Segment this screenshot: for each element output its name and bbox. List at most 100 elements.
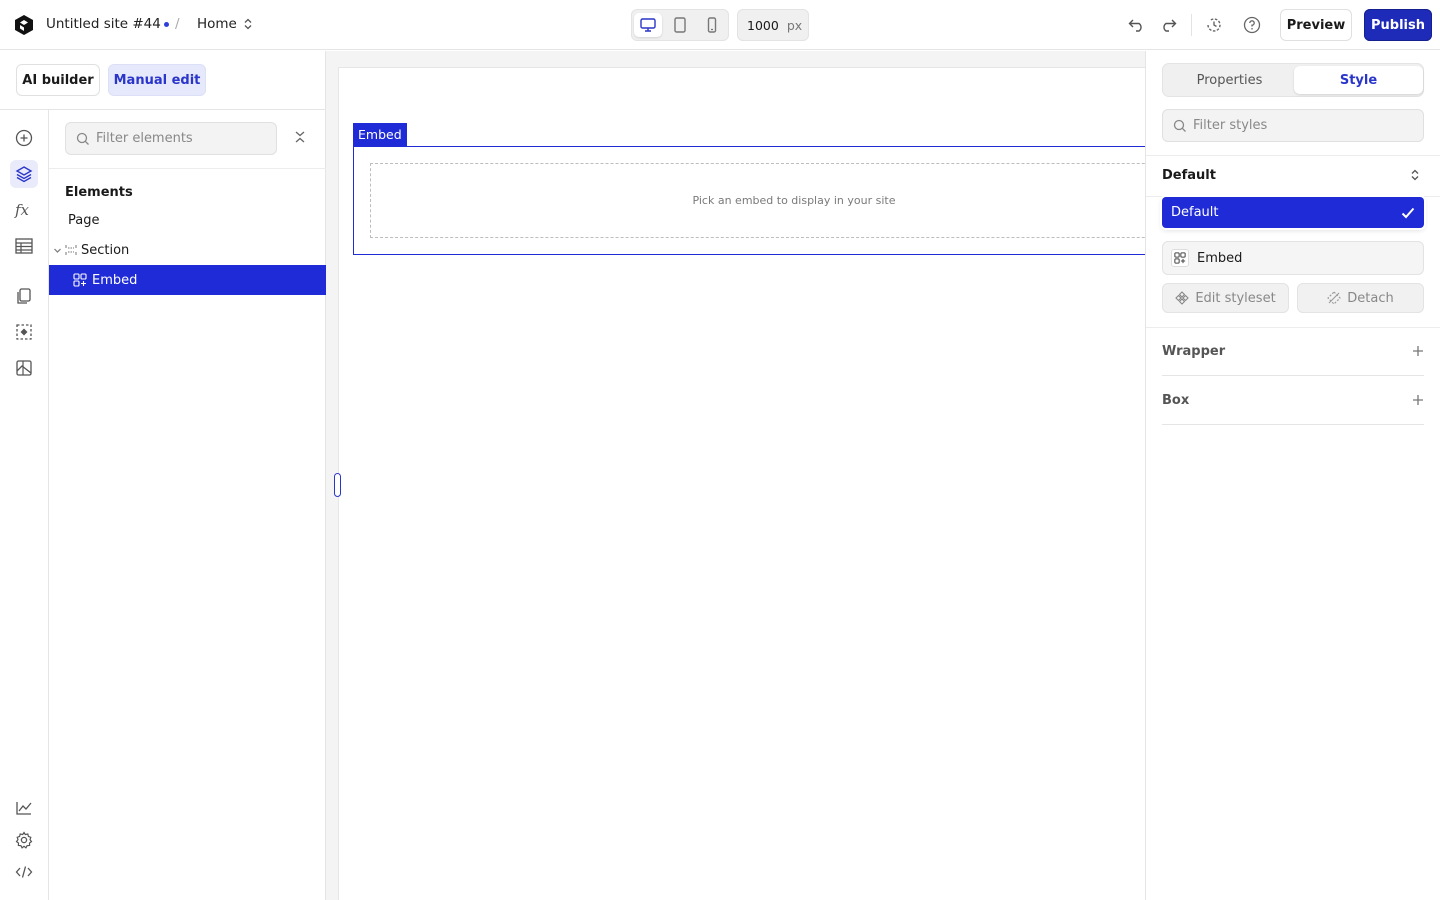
- table-icon: [15, 238, 33, 254]
- search-icon: [76, 132, 90, 146]
- canvas-width-input[interactable]: 1000 px: [737, 9, 809, 41]
- elements-heading: Elements: [65, 185, 133, 200]
- manual-edit-button[interactable]: Manual edit: [108, 64, 206, 96]
- elements-panel: Filter elements Elements Page Section Em…: [49, 110, 326, 900]
- plus-icon[interactable]: [1412, 394, 1424, 406]
- unsaved-dot-icon: [164, 22, 169, 27]
- component-icon: [15, 323, 33, 341]
- mobile-icon: [706, 17, 718, 33]
- detach-label: Detach: [1347, 290, 1394, 306]
- chevron-down-icon[interactable]: [53, 246, 65, 255]
- variant-option-label: Default: [1171, 205, 1219, 220]
- help-icon: [1243, 16, 1261, 34]
- desktop-view-button[interactable]: [634, 13, 662, 37]
- canvas-area: Embed Pick an embed to display in your s…: [326, 51, 1145, 900]
- section-wrapper[interactable]: Wrapper: [1162, 327, 1424, 376]
- assets-icon: [15, 359, 33, 377]
- section-label: Wrapper: [1162, 343, 1226, 359]
- tablet-view-button[interactable]: [666, 13, 694, 37]
- chart-line-icon: [15, 800, 33, 816]
- tab-style[interactable]: Style: [1294, 66, 1423, 94]
- tree-item-page[interactable]: Page: [49, 205, 326, 235]
- filter-elements-placeholder: Filter elements: [96, 131, 193, 146]
- chevron-up-down-icon[interactable]: [1410, 169, 1420, 181]
- desktop-icon: [640, 18, 656, 32]
- tree-divider: [49, 168, 326, 169]
- preview-button[interactable]: Preview: [1280, 9, 1352, 41]
- app-logo-icon[interactable]: [13, 14, 35, 36]
- device-switcher: [631, 9, 729, 41]
- tree-item-section[interactable]: Section: [49, 235, 326, 265]
- filter-elements-input[interactable]: Filter elements: [65, 122, 277, 155]
- site-name[interactable]: Untitled site #44: [46, 16, 161, 32]
- canvas-width-value: 1000: [747, 17, 779, 33]
- history-icon: [1205, 16, 1223, 34]
- tree-item-label: Page: [68, 212, 100, 228]
- mobile-view-button[interactable]: [698, 13, 726, 37]
- gear-icon: [15, 831, 33, 849]
- panel-divider: [1146, 155, 1440, 156]
- assets-button[interactable]: [10, 354, 38, 382]
- tree-item-label: Section: [81, 242, 130, 258]
- page-name: Home: [197, 16, 237, 32]
- section-icon: [65, 244, 77, 256]
- variant-select[interactable]: Default: [1162, 168, 1216, 183]
- copy-pages-icon: [15, 287, 33, 305]
- variant-option-default[interactable]: Default: [1162, 197, 1424, 228]
- redo-button[interactable]: [1158, 15, 1178, 35]
- pages-button[interactable]: [10, 282, 38, 310]
- tree-item-label: Embed: [92, 272, 138, 288]
- publish-button[interactable]: Publish: [1364, 9, 1432, 41]
- styleset-selector[interactable]: Embed: [1162, 241, 1424, 275]
- page-selector[interactable]: Home: [197, 16, 253, 32]
- detach-button[interactable]: Detach: [1297, 283, 1424, 313]
- history-button[interactable]: [1204, 15, 1224, 35]
- plus-icon[interactable]: [1412, 345, 1424, 357]
- layers-icon: [15, 165, 33, 183]
- checkmark-icon: [1401, 207, 1415, 219]
- tab-properties[interactable]: Properties: [1165, 66, 1294, 94]
- filter-styles-input[interactable]: Filter styles: [1162, 109, 1424, 142]
- left-icon-rail: fx: [0, 110, 49, 900]
- functions-button[interactable]: fx: [10, 196, 38, 224]
- code-button[interactable]: [10, 858, 38, 886]
- components-button[interactable]: [10, 318, 38, 346]
- plus-circle-icon: [15, 129, 33, 147]
- panel-tabs: Properties Style: [1162, 63, 1424, 97]
- data-table-button[interactable]: [10, 232, 38, 260]
- tree-item-embed[interactable]: Embed: [49, 265, 326, 295]
- section-box[interactable]: Box: [1162, 376, 1424, 425]
- undo-icon: [1128, 18, 1146, 32]
- toolbar-divider: [1191, 14, 1192, 36]
- detach-icon: [1327, 291, 1342, 305]
- layers-button[interactable]: [10, 160, 38, 188]
- canvas-width-unit: px: [786, 17, 803, 33]
- tablet-icon: [673, 17, 687, 33]
- function-icon: fx: [14, 201, 34, 219]
- embed-placeholder-text: Pick an embed to display in your site: [692, 194, 896, 207]
- canvas-resize-handle[interactable]: [334, 473, 341, 497]
- collapse-icon: [293, 130, 307, 144]
- breadcrumb-separator: /: [175, 16, 180, 32]
- search-icon: [1173, 119, 1187, 133]
- top-bar: Untitled site #44 / Home 1000 px Preview…: [0, 0, 1440, 50]
- add-element-button[interactable]: [10, 124, 38, 152]
- component-icon: [1175, 291, 1190, 305]
- edit-styleset-label: Edit styleset: [1195, 290, 1276, 306]
- edit-styleset-button[interactable]: Edit styleset: [1162, 283, 1289, 313]
- undo-button[interactable]: [1127, 15, 1147, 35]
- styleset-name: Embed: [1197, 250, 1243, 266]
- embed-icon: [73, 273, 87, 287]
- selected-element-tag[interactable]: Embed: [353, 123, 407, 146]
- collapse-all-button[interactable]: [293, 130, 307, 144]
- section-label: Box: [1162, 392, 1190, 408]
- analytics-button[interactable]: [10, 794, 38, 822]
- style-panel: Properties Style Filter styles Default D…: [1145, 51, 1440, 900]
- ai-builder-button[interactable]: AI builder: [16, 64, 100, 96]
- chevron-up-down-icon: [243, 18, 253, 30]
- settings-button[interactable]: [10, 826, 38, 854]
- mode-bar: AI builder Manual edit: [0, 51, 326, 110]
- help-button[interactable]: [1242, 15, 1262, 35]
- svg-text:fx: fx: [14, 201, 30, 219]
- embed-icon: [1171, 249, 1189, 267]
